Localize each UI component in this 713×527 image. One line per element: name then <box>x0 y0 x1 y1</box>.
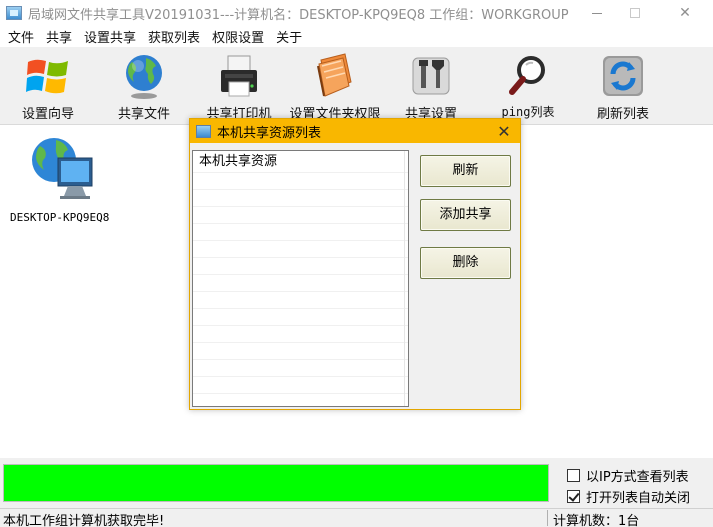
refresh-button[interactable]: 刷新 <box>420 155 511 187</box>
shared-resources-dialog: 本机共享资源列表 ✕ 本机共享资源 刷新 添加共享 删除 <box>189 118 521 410</box>
progress-fill <box>4 465 548 501</box>
share-printer-button[interactable]: 共享打印机 <box>199 49 279 123</box>
refresh-list-button[interactable]: 刷新列表 <box>583 49 663 123</box>
status-message: 本机工作组计算机获取完毕! <box>3 514 165 527</box>
computer-item[interactable]: DESKTOP-KPQ9EQ8 <box>8 134 118 224</box>
computer-count: 计算机数：1台 <box>553 514 640 527</box>
list-item <box>193 258 408 275</box>
list-item <box>193 275 408 292</box>
folder-permissions-button[interactable]: 设置文件夹权限 <box>289 49 381 123</box>
minimize-icon <box>592 12 602 14</box>
computer-name: DESKTOP-KPQ9EQ8 <box>10 211 110 224</box>
tools-icon <box>412 57 450 95</box>
close-icon: ✕ <box>497 121 511 141</box>
ip-view-label: 以IP方式查看列表 <box>586 470 689 485</box>
printer-icon <box>221 55 257 97</box>
refresh-icon <box>603 56 643 96</box>
toolbar-label: 设置向导 <box>21 107 74 122</box>
list-item <box>193 224 408 241</box>
toolbar-label: 刷新列表 <box>596 107 649 122</box>
menu-share[interactable]: 共享 <box>40 27 78 46</box>
toolbar-label: 共享文件 <box>117 107 170 122</box>
ping-list-button[interactable]: ping列表 <box>488 49 568 123</box>
folder-book-icon <box>317 53 352 97</box>
shared-resources-list[interactable]: 本机共享资源 <box>192 150 409 407</box>
menu-bar: 文件 共享 设置共享 获取列表 权限设置 关于 <box>0 26 713 47</box>
menu-permissions[interactable]: 权限设置 <box>206 27 270 46</box>
list-item <box>193 173 408 190</box>
list-item <box>193 207 408 224</box>
title-bar: 局域网文件共享工具V20191031---计算机名：DESKTOP-KPQ9EQ… <box>0 0 713 26</box>
close-icon: ✕ <box>679 5 691 21</box>
list-item <box>193 343 408 360</box>
list-item <box>193 190 408 207</box>
list-scrollbar[interactable] <box>404 151 408 406</box>
list-item <box>193 292 408 309</box>
menu-file[interactable]: 文件 <box>0 27 40 46</box>
globe-icon <box>126 55 162 99</box>
list-item <box>193 360 408 377</box>
list-item <box>193 326 408 343</box>
dialog-app-icon <box>196 124 211 138</box>
menu-get-list[interactable]: 获取列表 <box>142 27 206 46</box>
toolbar: 设置向导 共享文件 共享打印机 设置文件夹权限 共享设置 ping列表 刷新列表 <box>0 47 713 125</box>
auto-close-label: 打开列表自动关闭 <box>586 491 691 506</box>
list-item <box>193 377 408 394</box>
windows-logo-icon <box>26 59 68 94</box>
status-divider <box>547 510 548 526</box>
maximize-button[interactable] <box>612 0 658 26</box>
window-title: 局域网文件共享工具V20191031---计算机名：DESKTOP-KPQ9EQ… <box>28 7 569 23</box>
setup-wizard-button[interactable]: 设置向导 <box>8 49 88 123</box>
auto-close-option[interactable]: 打开列表自动关闭 <box>567 487 690 506</box>
magnifier-icon <box>509 56 545 95</box>
maximize-icon <box>630 8 640 18</box>
share-files-button[interactable]: 共享文件 <box>104 49 184 123</box>
share-settings-button[interactable]: 共享设置 <box>391 49 471 123</box>
dialog-title-bar[interactable]: 本机共享资源列表 ✕ <box>190 119 520 143</box>
auto-close-checkbox[interactable] <box>567 490 580 503</box>
computer-globe-icon <box>32 138 93 199</box>
list-item <box>193 241 408 258</box>
dialog-close-button[interactable]: ✕ <box>490 119 518 143</box>
menu-share-settings[interactable]: 设置共享 <box>78 27 142 46</box>
list-header: 本机共享资源 <box>193 151 408 173</box>
ip-view-checkbox[interactable] <box>567 469 580 482</box>
bottom-panel: 以IP方式查看列表 打开列表自动关闭 <box>0 458 713 508</box>
status-bar: 本机工作组计算机获取完毕! 计算机数：1台 <box>0 508 713 527</box>
ip-view-option[interactable]: 以IP方式查看列表 <box>567 466 689 485</box>
app-icon <box>6 6 22 20</box>
delete-button[interactable]: 删除 <box>420 247 511 279</box>
close-button[interactable]: ✕ <box>662 0 708 26</box>
progress-bar <box>3 464 549 502</box>
list-item <box>193 309 408 326</box>
menu-about[interactable]: 关于 <box>270 27 308 46</box>
dialog-title: 本机共享资源列表 <box>217 125 322 141</box>
add-share-button[interactable]: 添加共享 <box>420 199 511 231</box>
